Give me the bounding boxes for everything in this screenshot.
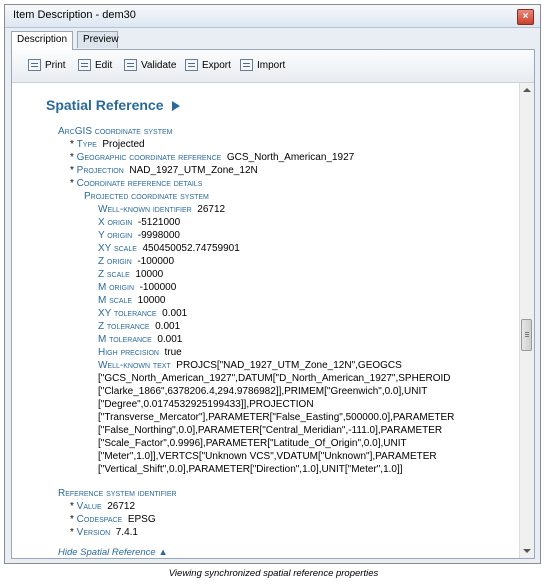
validate-icon: [124, 59, 137, 71]
wkt-line-3: ["Clarke_1866",6378206.4,294.9786982]],P…: [98, 386, 428, 397]
wkt-line-6: ["False_Northing",0.0],PARAMETER["Centra…: [98, 425, 443, 436]
codespace-row: * Codespace EPSG: [70, 514, 156, 525]
tab-description[interactable]: Description: [11, 31, 73, 50]
expand-arrow-icon[interactable]: [172, 101, 180, 111]
description-panel: Print Edit Validate Export Import Spatia…: [11, 49, 535, 559]
item-description-window: Item Description - dem30 × Description P…: [4, 4, 541, 564]
z-scale-row: Z scale 10000: [98, 269, 164, 280]
crd-row: * Coordinate reference details: [70, 178, 203, 189]
edit-icon: [78, 59, 91, 71]
wkt-line-7: ["Scale_Factor",0.9996],PARAMETER["Latit…: [98, 438, 407, 449]
z-tolerance-row: Z tolerance 0.001: [98, 321, 181, 332]
wkt-line-9: ["Vertical_Shift",0.0],PARAMETER["Direct…: [98, 464, 403, 475]
m-origin-row: M origin -100000: [98, 282, 177, 293]
m-tolerance-row: M tolerance 0.001: [98, 334, 183, 345]
value-row: * Value 26712: [70, 501, 136, 512]
import-icon: [240, 59, 253, 71]
vertical-scrollbar[interactable]: [519, 83, 534, 558]
section-title[interactable]: Spatial Reference: [46, 97, 164, 113]
metadata-content: Spatial Reference ArcGIS coordinate syst…: [12, 83, 519, 558]
xy-scale-row: XY scale 450450052.74759901: [98, 243, 240, 254]
x-origin-row: X origin -5121000: [98, 217, 181, 228]
tab-preview[interactable]: Preview: [77, 31, 119, 48]
wkt-line-2: ["GCS_North_American_1927",DATUM["D_Nort…: [98, 373, 451, 384]
z-origin-row: Z origin -100000: [98, 256, 175, 267]
version-row: * Version 7.4.1: [70, 527, 138, 538]
figure-caption: Viewing synchronized spatial reference p…: [168, 568, 379, 579]
rsi-heading: Reference system identifier: [58, 488, 177, 499]
close-button[interactable]: ×: [517, 9, 534, 25]
xy-tolerance-row: XY tolerance 0.001: [98, 308, 188, 319]
toolbar: Print Edit Validate Export Import: [12, 50, 534, 83]
print-button[interactable]: Print: [28, 59, 66, 71]
scroll-up-icon[interactable]: [523, 88, 531, 92]
high-precision-row: High precision true: [98, 347, 182, 358]
edit-button[interactable]: Edit: [78, 59, 112, 71]
printer-icon: [28, 59, 41, 71]
wkid-row: Well-known identifier 26712: [98, 204, 226, 215]
scroll-thumb[interactable]: [521, 319, 532, 351]
scroll-down-icon[interactable]: [523, 549, 531, 553]
wkt-line-4: ["Degree",0.0174532925199433]],PROJECTIO…: [98, 399, 314, 410]
pcs-heading: Projected coordinate system: [84, 191, 209, 202]
wkt-line-5: ["Transverse_Mercator"],PARAMETER["False…: [98, 412, 455, 423]
hide-spatial-reference-link[interactable]: Hide Spatial Reference ▲: [58, 547, 168, 558]
y-origin-row: Y origin -9998000: [98, 230, 180, 241]
export-button[interactable]: Export: [185, 59, 231, 71]
type-row: * Type Projected: [70, 139, 145, 150]
wkt-row: Well-known text PROJCS["NAD_1927_UTM_Zon…: [98, 360, 402, 371]
title-bar: Item Description - dem30 ×: [5, 5, 540, 28]
m-scale-row: M scale 10000: [98, 295, 166, 306]
validate-button[interactable]: Validate: [124, 59, 176, 71]
arcgis-cs-heading: ArcGIS coordinate system: [58, 126, 173, 137]
export-icon: [185, 59, 198, 71]
import-button[interactable]: Import: [240, 59, 285, 71]
wkt-line-8: ["Meter",1.0]],VERTCS["Unknown VCS",VDAT…: [98, 451, 437, 462]
window-title: Item Description - dem30: [13, 9, 136, 21]
geo-ref-row: * Geographic coordinate reference GCS_No…: [70, 152, 355, 163]
projection-row: * Projection NAD_1927_UTM_Zone_12N: [70, 165, 258, 176]
